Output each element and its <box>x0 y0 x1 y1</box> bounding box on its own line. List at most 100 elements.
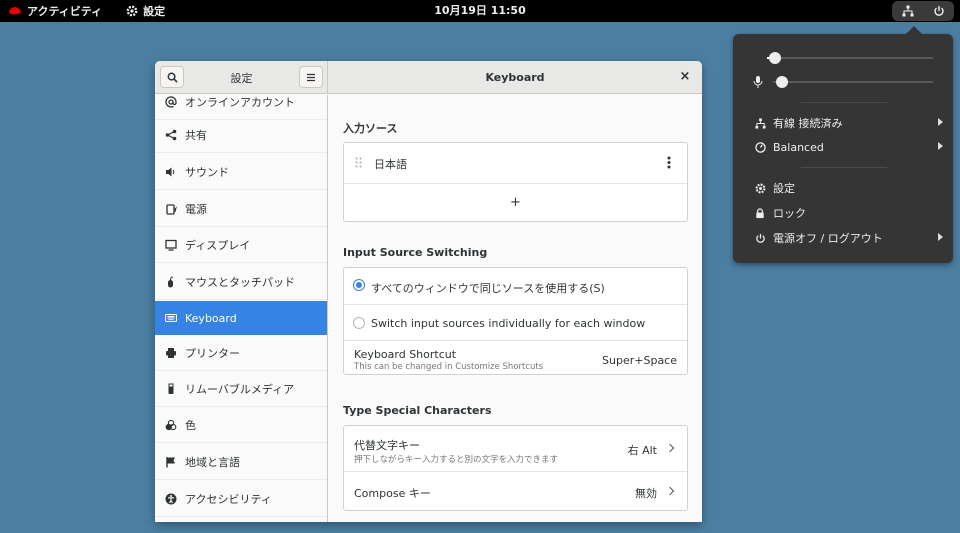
close-icon: × <box>679 69 691 84</box>
chevron-right-icon <box>665 486 675 496</box>
sidebar-item[interactable]: Keyboard <box>155 301 327 335</box>
add-input-source-button[interactable]: + <box>344 183 687 222</box>
accessibility-icon <box>165 493 177 505</box>
option-same-source-label: すべてのウィンドウで同じソースを使用する(S) <box>371 282 605 295</box>
microphone-icon <box>753 76 763 88</box>
alternate-characters-key-row[interactable]: 代替文字キー 押下しながらキー入力すると別の文字を入力できます 右 Alt <box>344 426 687 471</box>
sidebar-item[interactable]: リムーバブルメディア <box>155 371 327 407</box>
settings-window: 設定 Keyboard × オンラインアカウント 共有サウンド電源ディスプレイ マウ… <box>155 61 702 522</box>
compose-key-row[interactable]: Compose キー 無効 <box>344 471 687 511</box>
mouse-icon <box>165 276 177 288</box>
menu-item-settings[interactable]: 設定 <box>753 178 943 198</box>
network-wired-icon <box>902 5 913 17</box>
compose-key-label: Compose キー <box>354 487 431 500</box>
shortcut-value: Super+Space <box>602 354 677 367</box>
hamburger-menu-button[interactable] <box>299 66 323 88</box>
sidebar-item-label: 色 <box>185 418 196 432</box>
sidebar-item-label: プリンター <box>185 346 240 360</box>
special-characters-title: Type Special Characters <box>343 404 492 417</box>
main-header: Keyboard × <box>328 61 702 94</box>
top-bar: アクティビティ 設定 10月19日 11:50 <box>0 0 960 22</box>
system-menu: 有線 接続済み Balanced 設定 ロック 電源オフ / ログアウト <box>733 26 953 263</box>
sidebar-item[interactable]: プリンター <box>155 335 327 371</box>
menu-item-power-profile[interactable]: Balanced <box>753 137 943 157</box>
alt-key-value: 右 Alt <box>627 444 657 457</box>
power-icon <box>933 6 944 16</box>
input-sources-title: 入力ソース <box>343 122 398 135</box>
sidebar-item-label: リムーバブルメディア <box>185 382 295 396</box>
sidebar-item-label: オンラインアカウント <box>185 95 295 109</box>
page-title: Keyboard <box>485 71 545 84</box>
speaker-icon <box>165 166 177 178</box>
sidebar-item-label: アクセシビリティ <box>185 492 272 506</box>
special-characters-list: 代替文字キー 押下しながらキー入力すると別の文字を入力できます 右 Alt Co… <box>343 425 688 511</box>
battery-icon <box>165 203 177 215</box>
option-individual-source-label: Switch input sources individually for ea… <box>371 317 646 330</box>
menu-item-lock[interactable]: ロック <box>753 203 943 223</box>
menu-item-label: ロック <box>773 207 806 220</box>
chevron-right-icon <box>938 233 943 241</box>
volume-slider-knob[interactable] <box>769 52 782 64</box>
sidebar-item[interactable]: 共有 <box>155 117 327 153</box>
sidebar-item[interactable]: サウンド <box>155 154 327 190</box>
network-wired-icon <box>754 117 766 129</box>
at-icon <box>165 95 177 108</box>
usb-icon <box>165 383 177 395</box>
mic-slider-knob[interactable] <box>776 76 789 88</box>
lock-icon <box>756 207 764 218</box>
menu-item-label: Balanced <box>773 140 824 154</box>
gear-icon <box>755 183 765 193</box>
activities-button[interactable]: アクティビティ <box>0 0 110 22</box>
sidebar-item-label: 共有 <box>185 128 207 142</box>
gear-icon <box>126 5 138 17</box>
sidebar-item-label: サウンド <box>185 165 229 179</box>
chevron-right-icon <box>938 142 943 150</box>
menu-item-label: 有線 接続済み <box>773 117 843 130</box>
compose-key-value: 無効 <box>635 487 657 500</box>
drag-handle-icon[interactable] <box>355 157 362 168</box>
system-menu-button[interactable] <box>892 1 954 21</box>
menu-item-wired[interactable]: 有線 接続済み <box>753 113 943 133</box>
power-icon <box>755 233 765 243</box>
hamburger-icon <box>307 73 315 81</box>
shortcut-label: Keyboard Shortcut <box>354 348 457 361</box>
mic-slider[interactable] <box>753 75 943 89</box>
volume-slider[interactable] <box>753 51 943 65</box>
switching-options: すべてのウィンドウで同じソースを使用する(S) Switch input sou… <box>343 267 688 375</box>
sidebar-item-label: Keyboard <box>185 311 237 325</box>
color-icon <box>165 419 177 431</box>
share-icon <box>165 129 177 141</box>
input-source-row[interactable]: 日本語 <box>344 143 687 183</box>
alt-key-label: 代替文字キー <box>354 439 420 452</box>
radio-individual-source[interactable] <box>353 317 365 329</box>
clock[interactable]: 10月19日 11:50 <box>434 4 525 17</box>
sidebar-item[interactable]: アクセシビリティ <box>155 481 327 517</box>
display-icon <box>165 239 177 251</box>
app-menu-button[interactable]: 設定 <box>118 0 173 22</box>
menu-item-power-off[interactable]: 電源オフ / ログアウト <box>753 228 943 248</box>
keyboard-panel: 入力ソース 日本語 + Input Source Switching すべてのウ… <box>329 95 702 522</box>
sidebar-item[interactable]: 地域と言語 <box>155 444 327 480</box>
radio-same-source[interactable] <box>353 279 365 291</box>
sidebar-item-label: 電源 <box>185 202 207 216</box>
close-button[interactable]: × <box>678 70 692 84</box>
keyboard-shortcut-row[interactable]: Keyboard Shortcut This can be changed in… <box>344 340 687 375</box>
redhat-logo-icon <box>9 7 21 15</box>
switching-title: Input Source Switching <box>343 246 488 259</box>
option-individual-source[interactable]: Switch input sources individually for ea… <box>344 304 687 340</box>
input-sources-list: 日本語 + <box>343 142 688 222</box>
alt-key-hint: 押下しながらキー入力すると別の文字を入力できます <box>354 455 559 465</box>
sidebar-item[interactable]: 色 <box>155 407 327 443</box>
add-icon: + <box>510 195 521 210</box>
option-same-source[interactable]: すべてのウィンドウで同じソースを使用する(S) <box>344 268 687 304</box>
printer-icon <box>165 347 177 359</box>
sidebar-header: 設定 <box>155 61 328 94</box>
sidebar-item[interactable]: ディスプレイ <box>155 227 327 263</box>
more-options-icon[interactable] <box>667 156 671 169</box>
sidebar-item[interactable]: マウスとタッチパッド <box>155 264 327 300</box>
shortcut-hint: This can be changed in Customize Shortcu… <box>354 362 544 372</box>
keyboard-icon <box>165 312 177 324</box>
sidebar: オンラインアカウント 共有サウンド電源ディスプレイ マウスとタッチパッド Keyboa… <box>155 95 328 522</box>
sidebar-item[interactable]: 電源 <box>155 191 327 227</box>
flag-icon <box>165 456 177 468</box>
